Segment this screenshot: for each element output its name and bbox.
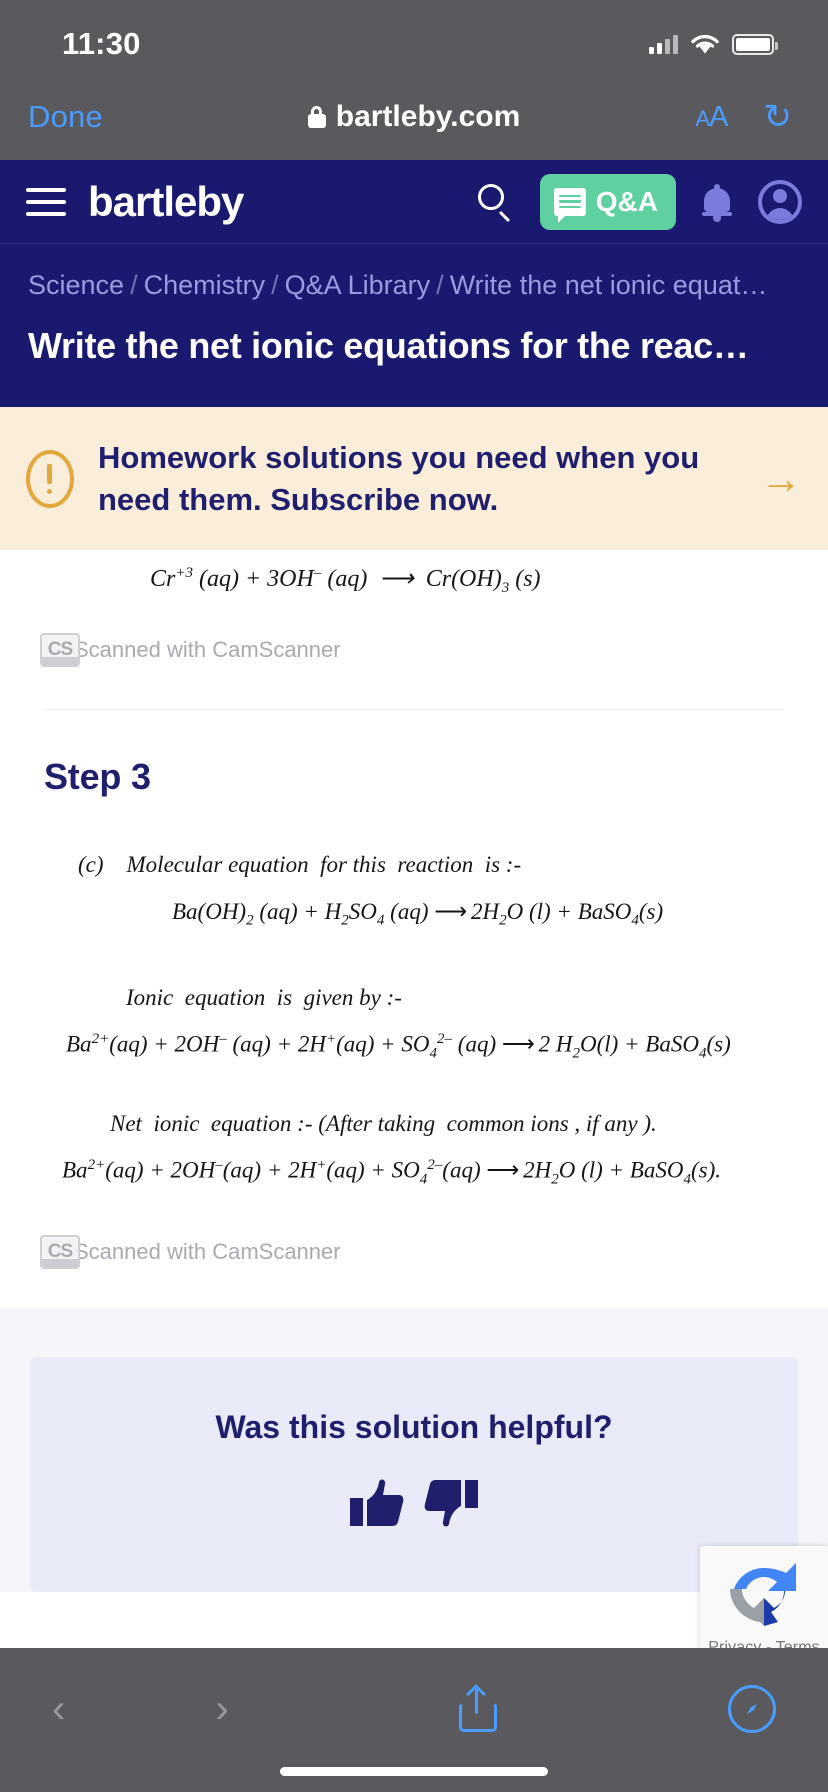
handwritten-line-6: Ba2+(aq) + 2OH–(aq) + 2H+(aq) + SO42–(aq… xyxy=(62,1156,721,1187)
handwritten-line-1: (c) Molecular equation for this reaction… xyxy=(78,851,522,877)
subscribe-promo-banner[interactable]: Homework solutions you need when you nee… xyxy=(0,407,828,551)
navbar-actions: Q&A xyxy=(477,173,802,230)
handwritten-equation-top: Cr+3 (aq) + 3OH– (aq) ⟶ Cr(OH)3 (s) xyxy=(150,565,541,596)
browser-actions: AA ↻ xyxy=(695,100,792,134)
camscanner-watermark-bottom: CS Scanned with CamScanner xyxy=(0,1235,828,1270)
solution-content-card: Cr+3 (aq) + 3OH– (aq) ⟶ Cr(OH)3 (s) CS S… xyxy=(0,550,828,1310)
notification-bell-icon[interactable] xyxy=(702,183,732,222)
battery-full-icon xyxy=(732,33,778,55)
safari-compass-icon[interactable] xyxy=(728,1685,776,1733)
recaptcha-logo-icon xyxy=(728,1563,800,1634)
message-lines-icon xyxy=(553,187,586,223)
handwritten-line-2: Ba(OH)2 (aq) + H2SO4 (aq) ⟶ 2H2O (l) + B… xyxy=(172,899,664,929)
forward-button[interactable]: › xyxy=(215,1689,228,1729)
thumbs-up-icon[interactable] xyxy=(349,1478,405,1528)
handwritten-line-4: Ba2+(aq) + 2OH– (aq) + 2H+(aq) + SO42– (… xyxy=(66,1030,731,1061)
cellular-bars-icon xyxy=(649,34,678,54)
breadcrumb-separator: / xyxy=(271,270,279,300)
qa-button[interactable]: Q&A xyxy=(539,173,676,230)
home-indicator xyxy=(280,1767,548,1776)
alert-exclamation-icon xyxy=(26,449,74,508)
qa-button-label: Q&A xyxy=(595,185,658,217)
handwritten-solution-block: (c) Molecular equation for this reaction… xyxy=(0,798,828,1187)
breadcrumb-item-current[interactable]: Write the net ionic equat… xyxy=(450,270,768,300)
share-icon[interactable] xyxy=(459,1684,498,1732)
handwritten-line-5: Net ionic equation :- (After taking comm… xyxy=(110,1111,657,1137)
breadcrumb-item-chemistry[interactable]: Chemistry xyxy=(144,270,266,300)
status-time: 11:30 xyxy=(62,26,141,61)
handwritten-line-3: Ionic equation is given by :- xyxy=(126,985,402,1011)
camscanner-label: Scanned with CamScanner xyxy=(74,1239,341,1265)
arrow-right-icon[interactable]: → xyxy=(760,457,802,500)
lock-icon xyxy=(307,106,326,128)
page-header: Science / Chemistry / Q&A Library / Write the … xyxy=(0,244,828,408)
user-avatar-icon[interactable] xyxy=(758,179,802,224)
breadcrumb: Science / Chemistry / Q&A Library / Write the … xyxy=(28,268,800,303)
thumbs-down-icon[interactable] xyxy=(423,1478,479,1528)
ios-status-bar: 11:30 xyxy=(0,0,828,74)
bartleby-logo[interactable]: bartleby xyxy=(88,178,244,226)
status-indicators xyxy=(649,33,778,55)
search-icon[interactable] xyxy=(477,183,514,222)
wifi-icon xyxy=(690,33,720,55)
reload-button[interactable]: ↻ xyxy=(764,100,793,134)
breadcrumb-item-science[interactable]: Science xyxy=(28,270,124,300)
breadcrumb-item-qa-library[interactable]: Q&A Library xyxy=(285,270,431,300)
page-title: Write the net ionic equations for the re… xyxy=(28,325,749,367)
url-text: bartleby.com xyxy=(335,100,521,133)
breadcrumb-separator: / xyxy=(436,270,444,300)
camscanner-watermark-top: CS Scanned with CamScanner xyxy=(0,632,828,667)
site-navbar: bartleby Q&A xyxy=(0,160,828,244)
promo-text: Homework solutions you need when you nee… xyxy=(98,440,700,517)
camscanner-label: Scanned with CamScanner xyxy=(74,636,341,662)
camscanner-logo-icon: CS xyxy=(40,632,80,667)
safari-bottom-toolbar: ‹ › xyxy=(0,1648,828,1792)
feedback-box: Was this solution helpful? xyxy=(30,1357,798,1593)
mobile-screen: 11:30 Done bartleby.com AA ↻ bartleby Q&… xyxy=(0,0,828,1792)
text-size-button[interactable]: AA xyxy=(695,101,728,134)
safari-browser-bar: Done bartleby.com AA ↻ xyxy=(0,74,828,160)
step-heading: Step 3 xyxy=(44,755,151,797)
hamburger-menu-icon[interactable] xyxy=(26,187,66,216)
breadcrumb-separator: / xyxy=(130,270,138,300)
feedback-question: Was this solution helpful? xyxy=(215,1409,613,1446)
camscanner-logo-icon: CS xyxy=(40,1235,80,1270)
done-button[interactable]: Done xyxy=(28,99,103,135)
back-button[interactable]: ‹ xyxy=(52,1689,65,1729)
feedback-buttons xyxy=(30,1478,798,1528)
